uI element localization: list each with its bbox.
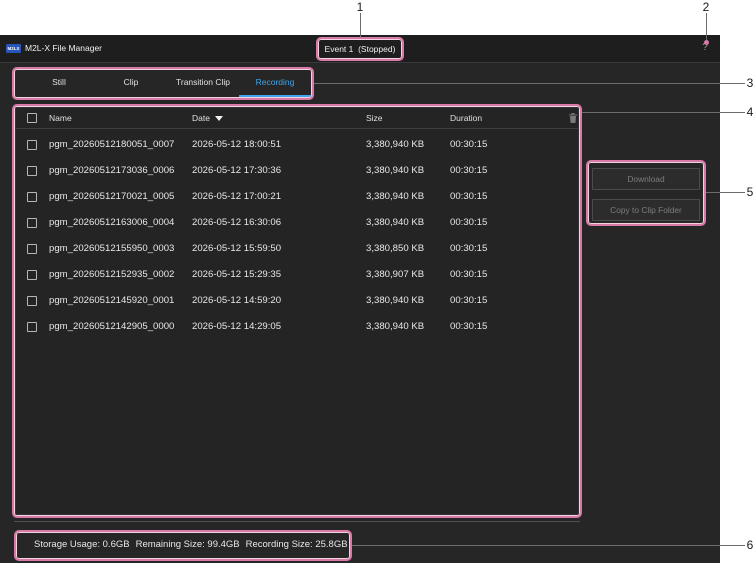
copy-to-clip-folder-button[interactable]: Copy to Clip Folder — [592, 199, 700, 221]
file-name: pgm_20260512142905_0000 — [49, 321, 175, 332]
file-date: 2026-05-12 18:00:51 — [192, 139, 282, 150]
file-duration: 00:30:15 — [450, 139, 488, 150]
recording-size: Recording Size: 25.8GB — [245, 539, 348, 550]
row-checkbox[interactable] — [27, 244, 37, 254]
callout-number-5: 5 — [746, 185, 754, 199]
title-bar: M2LX M2L-X File Manager Event 1 (Stopped… — [0, 35, 720, 63]
file-size: 3,380,907 KB — [366, 269, 425, 280]
callout-line-5 — [706, 192, 745, 193]
table-row[interactable]: pgm_20260512170021_0005 2026-05-12 17:00… — [16, 184, 578, 210]
file-size: 3,380,850 KB — [366, 243, 425, 254]
file-name: pgm_20260512170021_0005 — [49, 191, 175, 202]
callout-line-2 — [706, 13, 707, 41]
file-size: 3,380,940 KB — [366, 321, 425, 332]
row-checkbox[interactable] — [27, 270, 37, 280]
file-date: 2026-05-12 14:59:20 — [192, 295, 282, 306]
tab-clip[interactable]: Clip — [95, 70, 167, 97]
file-name: pgm_20260512155950_0003 — [49, 243, 175, 254]
table-row[interactable]: pgm_20260512163006_0004 2026-05-12 16:30… — [16, 210, 578, 236]
file-name: pgm_20260512173036_0006 — [49, 165, 175, 176]
file-duration: 00:30:15 — [450, 217, 488, 228]
file-date: 2026-05-12 17:00:21 — [192, 191, 282, 202]
callout-number-3: 3 — [746, 76, 754, 90]
storage-status-bar: Storage Usage: 0.6GB Remaining Size: 99.… — [34, 538, 348, 552]
select-all-checkbox[interactable] — [27, 113, 37, 123]
tab-bar: Still Clip Transition Clip Recording — [23, 70, 311, 97]
app-title: M2L-X File Manager — [25, 43, 103, 53]
file-date: 2026-05-12 15:59:50 — [192, 243, 282, 254]
callout-number-6: 6 — [746, 538, 754, 552]
file-name: pgm_20260512145920_0001 — [49, 295, 175, 306]
row-checkbox[interactable] — [27, 140, 37, 150]
file-size: 3,380,940 KB — [366, 165, 425, 176]
file-duration: 00:30:15 — [450, 165, 488, 176]
file-duration: 00:30:15 — [450, 243, 488, 254]
table-row[interactable]: pgm_20260512145920_0001 2026-05-12 14:59… — [16, 288, 578, 314]
table-header: Name Date Size Duration — [16, 108, 578, 129]
file-duration: 00:30:15 — [450, 191, 488, 202]
event-status: Event 1 (Stopped) — [324, 44, 396, 54]
file-size: 3,380,940 KB — [366, 295, 425, 306]
column-header-duration[interactable]: Duration — [450, 108, 482, 128]
file-size: 3,380,940 KB — [366, 191, 425, 202]
file-date: 2026-05-12 17:30:36 — [192, 165, 282, 176]
file-name: pgm_20260512152935_0002 — [49, 269, 175, 280]
callout-marker-2 — [704, 40, 709, 45]
table-row[interactable]: pgm_20260512142905_0000 2026-05-12 14:29… — [16, 314, 578, 340]
file-date: 2026-05-12 15:29:35 — [192, 269, 282, 280]
column-header-date[interactable]: Date — [192, 108, 210, 128]
file-size: 3,380,940 KB — [366, 139, 425, 150]
table-row[interactable]: pgm_20260512173036_0006 2026-05-12 17:30… — [16, 158, 578, 184]
file-manager-window: M2LX M2L-X File Manager Event 1 (Stopped… — [0, 35, 720, 563]
table-row[interactable]: pgm_20260512155950_0003 2026-05-12 15:59… — [16, 236, 578, 262]
callout-number-1: 1 — [356, 0, 364, 14]
callout-line-3 — [314, 83, 745, 84]
row-checkbox[interactable] — [27, 322, 37, 332]
file-name: pgm_20260512180051_0007 — [49, 139, 175, 150]
table-row[interactable]: pgm_20260512152935_0002 2026-05-12 15:29… — [16, 262, 578, 288]
row-checkbox[interactable] — [27, 166, 37, 176]
file-duration: 00:30:15 — [450, 295, 488, 306]
file-date: 2026-05-12 14:29:05 — [192, 321, 282, 332]
callout-line-6 — [352, 545, 745, 546]
file-name: pgm_20260512163006_0004 — [49, 217, 175, 228]
file-size: 3,380,940 KB — [366, 217, 425, 228]
download-button[interactable]: Download — [592, 168, 700, 190]
table-body: pgm_20260512180051_0007 2026-05-12 18:00… — [16, 132, 578, 340]
row-checkbox[interactable] — [27, 192, 37, 202]
table-row[interactable]: pgm_20260512180051_0007 2026-05-12 18:00… — [16, 132, 578, 158]
app-logo-icon: M2LX — [6, 44, 21, 53]
file-duration: 00:30:15 — [450, 269, 488, 280]
callout-line-1 — [360, 13, 361, 37]
column-header-size[interactable]: Size — [366, 108, 383, 128]
column-header-name[interactable]: Name — [49, 108, 72, 128]
remaining-size: Remaining Size: 99.4GB — [135, 539, 240, 550]
callout-number-4: 4 — [746, 105, 754, 119]
tab-still[interactable]: Still — [23, 70, 95, 97]
tab-transition-clip[interactable]: Transition Clip — [167, 70, 239, 97]
storage-usage: Storage Usage: 0.6GB — [34, 539, 130, 550]
callout-line-4 — [582, 112, 745, 113]
trash-icon[interactable] — [569, 113, 577, 123]
row-checkbox[interactable] — [27, 218, 37, 228]
callout-number-2: 2 — [702, 0, 710, 14]
file-duration: 00:30:15 — [450, 321, 488, 332]
file-list-panel: Name Date Size Duration pgm_202605121800… — [15, 107, 579, 515]
caret-down-icon[interactable] — [215, 116, 223, 121]
row-checkbox[interactable] — [27, 296, 37, 306]
status-divider — [14, 521, 580, 522]
tab-recording[interactable]: Recording — [239, 70, 311, 97]
file-date: 2026-05-12 16:30:06 — [192, 217, 282, 228]
